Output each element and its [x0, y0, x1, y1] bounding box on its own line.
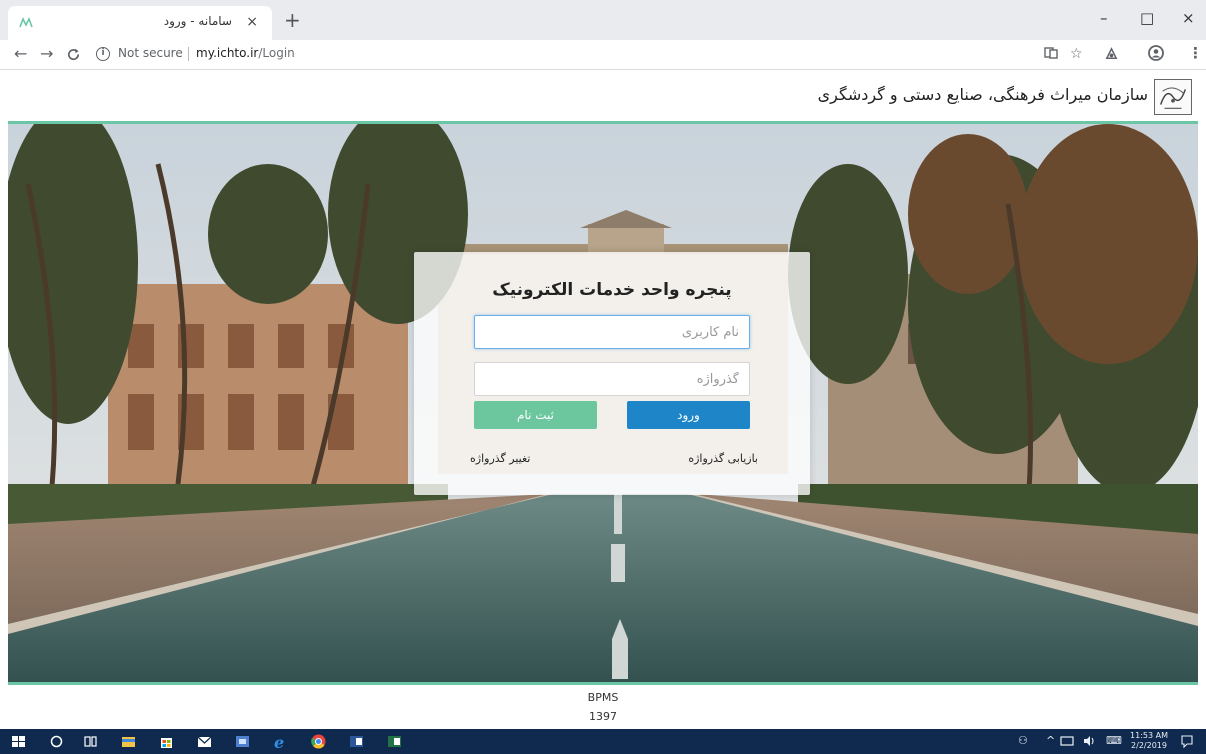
maximize-icon[interactable]: □ [1140, 9, 1154, 27]
notifications-icon[interactable] [1180, 734, 1194, 748]
mail-icon[interactable] [196, 733, 213, 750]
url-host: my.ichto.ir [196, 46, 259, 60]
back-icon[interactable]: ← [14, 45, 27, 63]
footer-year: 1397 [589, 710, 617, 723]
minimize-icon[interactable]: – [1100, 9, 1108, 27]
bookmark-star-icon[interactable]: ☆ [1070, 46, 1083, 62]
login-button[interactable]: ورود [627, 401, 750, 429]
translate-icon[interactable] [1044, 46, 1058, 60]
login-title: پنجره واحد خدمات الکترونیک [492, 280, 732, 300]
tray-chevron-icon[interactable]: ^ [1046, 734, 1055, 748]
change-password-link[interactable]: تغییر گذرواژه [470, 452, 530, 465]
reload-icon[interactable] [66, 47, 81, 62]
org-logo [1154, 79, 1192, 115]
url-omnibox[interactable]: i Not secure my.ichto.ir/Login [96, 43, 1026, 67]
browser-window: سامانه - ورود × + – □ × ← → i Not secure… [0, 0, 1206, 754]
url-text: my.ichto.ir/Login [196, 46, 295, 60]
store-icon[interactable] [158, 733, 175, 750]
username-input[interactable] [474, 315, 750, 349]
language-icon[interactable]: ⌨ [1106, 734, 1122, 748]
windows-start-icon[interactable] [10, 733, 27, 750]
clock[interactable]: 11:53 AM 2/2/2019 [1130, 731, 1168, 751]
browser-tab[interactable]: سامانه - ورود × [8, 6, 272, 40]
window-close-icon[interactable]: × [1182, 9, 1195, 27]
profile-icon[interactable] [1148, 45, 1164, 61]
people-icon[interactable]: ⚇ [1018, 734, 1028, 748]
footer-system-name: BPMS [587, 691, 619, 704]
register-button[interactable]: ثبت نام [474, 401, 597, 429]
security-label: Not secure [118, 46, 183, 60]
browser-menu-icon[interactable]: ⋮ [1188, 45, 1203, 61]
tab-title: سامانه - ورود [163, 14, 232, 28]
omnibox-divider [188, 47, 189, 61]
extension-icon[interactable] [1104, 46, 1119, 61]
edge-icon[interactable]: e [272, 733, 289, 750]
address-bar: ← → i Not secure my.ichto.ir/Login ☆ ⋮ [0, 40, 1206, 70]
windows-taskbar: e ⚇ ^ ⌨ 11:53 AM 2/2/2019 [0, 729, 1206, 754]
info-icon[interactable]: i [96, 47, 110, 61]
forward-icon[interactable]: → [40, 45, 53, 63]
password-input[interactable] [474, 362, 750, 396]
app-icon[interactable] [234, 733, 251, 750]
new-tab-icon[interactable]: + [284, 10, 301, 30]
tab-close-icon[interactable]: × [246, 14, 258, 30]
word-icon[interactable] [348, 733, 365, 750]
tab-strip: سامانه - ورود × + – □ × [0, 0, 1206, 40]
svg-text:e: e [274, 733, 284, 750]
clock-time: 11:53 AM [1130, 731, 1168, 740]
file-explorer-icon[interactable] [120, 733, 137, 750]
clock-date: 2/2/2019 [1131, 741, 1167, 750]
url-path: /Login [258, 46, 295, 60]
page-footer: BPMS 1397 [0, 688, 1206, 728]
site-favicon-icon [19, 17, 33, 28]
network-icon[interactable] [1060, 734, 1074, 748]
task-view-icon[interactable] [82, 733, 99, 750]
login-card: پنجره واحد خدمات الکترونیک ورود ثبت نام … [414, 252, 810, 495]
site-header: سازمان میراث فرهنگی، صنایع دستی و گردشگر… [0, 71, 1206, 123]
excel-icon[interactable] [386, 733, 403, 750]
chrome-icon[interactable] [310, 733, 327, 750]
recover-password-link[interactable]: بازیابی گذرواژه [688, 452, 758, 465]
org-title: سازمان میراث فرهنگی، صنایع دستی و گردشگر… [817, 85, 1148, 104]
volume-icon[interactable] [1082, 734, 1096, 748]
search-icon[interactable] [48, 733, 65, 750]
